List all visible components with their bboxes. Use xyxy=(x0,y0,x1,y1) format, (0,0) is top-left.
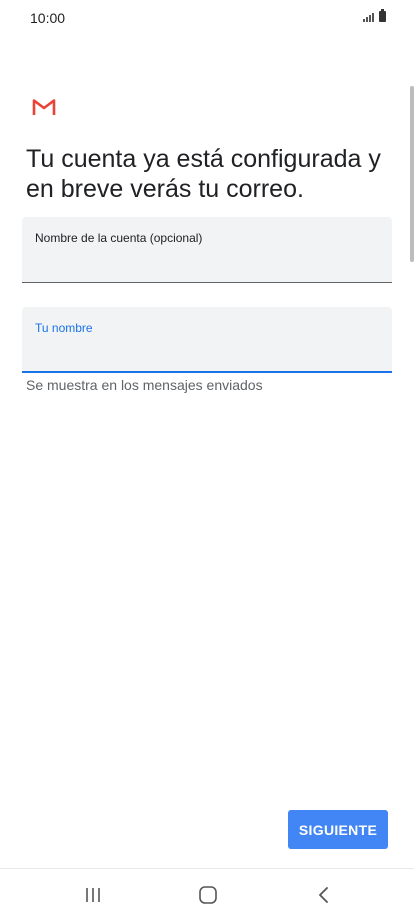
your-name-field[interactable]: Tu nombre xyxy=(22,307,392,373)
your-name-label: Tu nombre xyxy=(35,321,93,335)
scroll-indicator[interactable] xyxy=(410,86,414,262)
gmail-logo xyxy=(32,99,56,115)
account-name-field[interactable]: Nombre de la cuenta (opcional) xyxy=(22,217,392,283)
account-name-input[interactable] xyxy=(35,251,375,273)
signal-icon xyxy=(363,13,374,22)
battery-icon xyxy=(379,9,386,22)
status-time: 10:00 xyxy=(30,10,66,26)
page-title: Tu cuenta ya está configurada y en breve… xyxy=(26,145,381,203)
screen: 10:00 Tu cuenta ya está configurada y en… xyxy=(0,0,414,920)
status-icons xyxy=(363,9,386,22)
home-icon[interactable] xyxy=(196,883,220,907)
account-name-label: Nombre de la cuenta (opcional) xyxy=(35,231,203,245)
your-name-helper-text: Se muestra en los mensajes enviados xyxy=(26,377,263,393)
back-icon[interactable] xyxy=(312,883,336,907)
your-name-input[interactable] xyxy=(35,341,375,363)
recents-icon[interactable] xyxy=(81,883,105,907)
navigation-bar xyxy=(0,869,414,920)
next-button[interactable]: SIGUIENTE xyxy=(288,810,388,849)
status-bar: 10:00 xyxy=(0,0,414,36)
